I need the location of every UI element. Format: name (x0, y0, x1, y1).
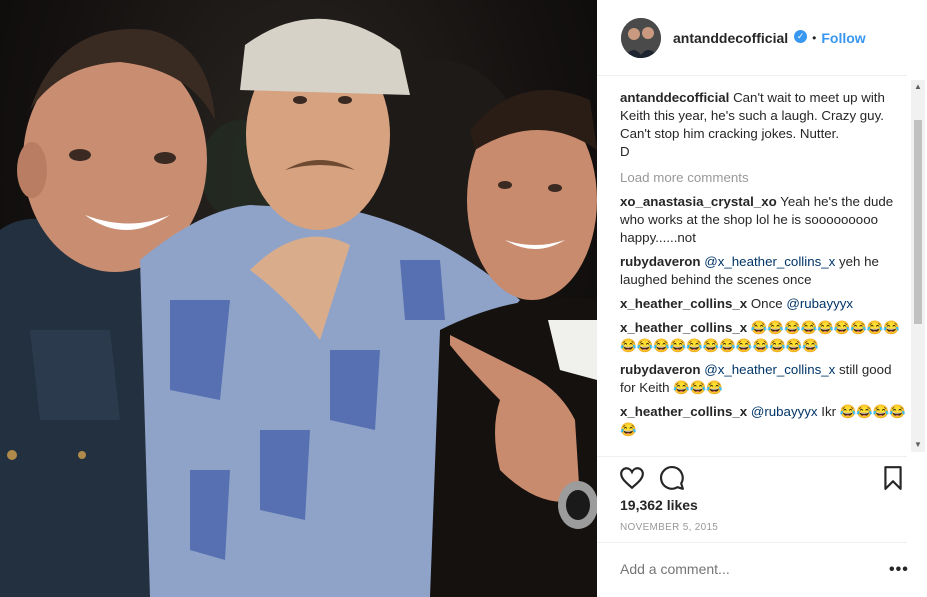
post-username[interactable]: antanddecofficial (673, 30, 788, 46)
comment-username[interactable]: xo_anastasia_crystal_xo (620, 194, 777, 209)
verified-icon: ✓ (794, 30, 808, 43)
comment-username[interactable]: x_heather_collins_x (620, 320, 747, 335)
comment-mention[interactable]: @x_heather_collins_x (704, 254, 835, 269)
ellipsis-icon[interactable]: ••• (889, 561, 909, 579)
post-side-panel: antanddecofficial ✓ • Follow antanddecof… (597, 0, 927, 597)
avatar[interactable] (621, 17, 661, 58)
add-comment-input[interactable] (620, 561, 860, 577)
comment-mention[interactable]: @rubayyyx (751, 404, 818, 419)
follow-button[interactable]: Follow (821, 30, 865, 46)
comments-list: antanddecofficial Can't wait to meet up … (620, 89, 907, 455)
comment-mention[interactable]: @rubayyyx (786, 296, 853, 311)
speech-bubble-icon[interactable] (659, 465, 685, 491)
comment-username[interactable]: rubydaveron (620, 362, 701, 377)
avatar-image (621, 17, 661, 58)
post-date: NOVEMBER 5, 2015 (620, 522, 719, 533)
comment-item: rubydaveron @x_heather_collins_x still g… (620, 361, 907, 397)
bookmark-icon[interactable] (883, 465, 903, 491)
comment-text: Once (750, 296, 783, 311)
likes-count[interactable]: 19,362 likes (620, 497, 698, 513)
caption-signoff: D (620, 144, 630, 159)
separator-dot: • (812, 30, 817, 45)
comment-username[interactable]: x_heather_collins_x (620, 296, 747, 311)
comment-username[interactable]: x_heather_collins_x (620, 404, 747, 419)
caption-username[interactable]: antanddecofficial (620, 90, 729, 105)
post-caption: antanddecofficial Can't wait to meet up … (620, 89, 907, 161)
comment-mention[interactable]: @x_heather_collins_x (704, 362, 835, 377)
post-header: antanddecofficial ✓ • Follow (597, 0, 907, 76)
comment-username[interactable]: rubydaveron (620, 254, 701, 269)
post-actions (597, 456, 907, 496)
scroll-down-arrow-icon[interactable]: ▼ (911, 438, 925, 452)
scroll-up-arrow-icon[interactable]: ▲ (911, 80, 925, 94)
scrollbar-thumb[interactable] (914, 120, 922, 324)
heart-icon[interactable] (619, 465, 645, 491)
photo-illustration (0, 18, 597, 597)
comment-item: rubydaveron @x_heather_collins_x yeh he … (620, 253, 907, 289)
add-comment-bar: ••• (597, 542, 909, 597)
comment-item: x_heather_collins_x Once @rubayyyx (620, 295, 907, 313)
post-photo[interactable] (0, 0, 597, 597)
comment-item: x_heather_collins_x @rubayyyx Ikr 😂😂😂😂😂 (620, 403, 907, 439)
comment-item: x_heather_collins_x 😂😂😂😂😂😂😂😂😂😂😂😂😂😂😂😂😂😂😂😂… (620, 319, 907, 355)
load-more-comments-button[interactable]: Load more comments (620, 169, 907, 187)
comment-item: xo_anastasia_crystal_xo Yeah he's the du… (620, 193, 907, 247)
comments-scrollbar[interactable]: ▲ ▼ (911, 80, 925, 452)
